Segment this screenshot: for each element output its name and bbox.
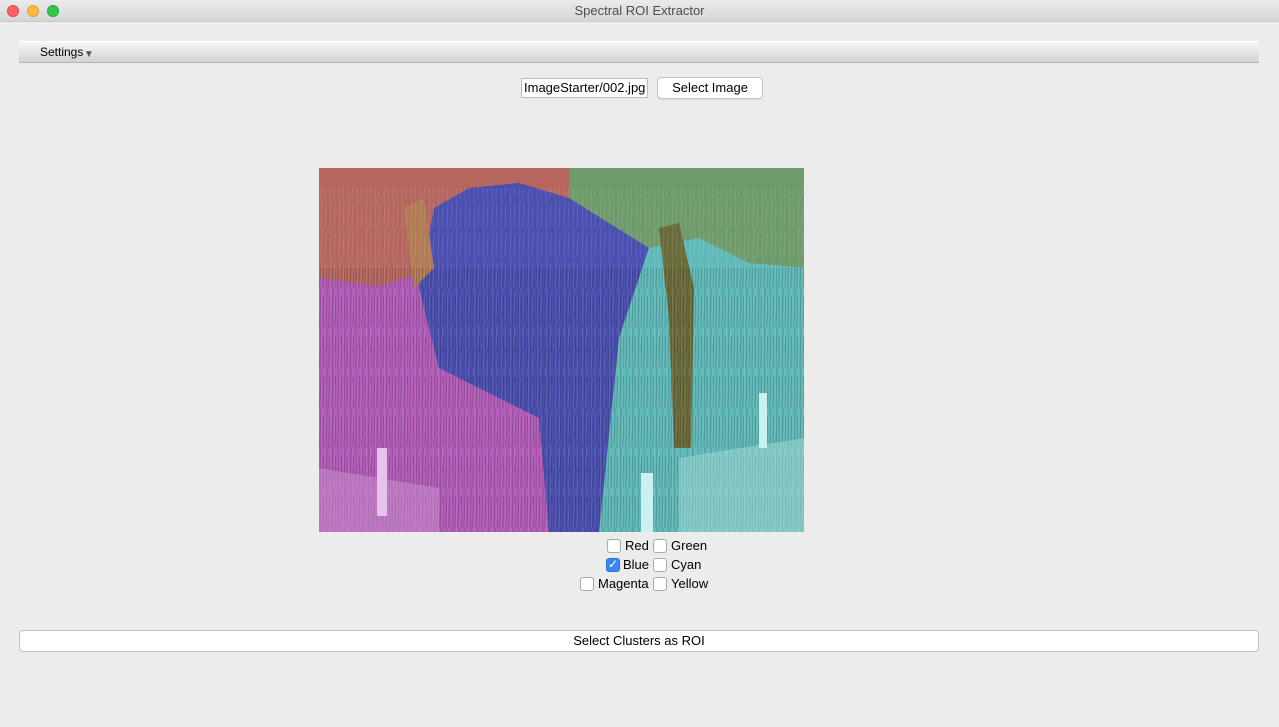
cluster-option-green[interactable]: Green [653,537,733,556]
segmented-wheat-field-image [319,168,804,532]
checkbox-red[interactable] [607,539,621,553]
app-window: Spectral ROI Extractor Settings ▼ ImageS… [0,0,1279,727]
checkbox-cyan[interactable] [653,558,667,572]
cluster-label-cyan: Cyan [671,557,702,572]
cluster-option-red[interactable]: Red [560,537,650,556]
cluster-label-red: Red [625,538,649,553]
cluster-option-yellow[interactable]: Yellow [653,575,733,594]
cluster-label-magenta: Magenta [598,576,649,591]
title-bar: Spectral ROI Extractor [0,0,1279,22]
cluster-label-yellow: Yellow [671,576,709,591]
image-path-field[interactable]: ImageStarter/002.jpg [521,78,648,98]
window-title: Spectral ROI Extractor [574,3,705,18]
settings-menu[interactable]: Settings ▼ [19,41,1259,63]
dropdown-arrow-icon: ▼ [84,49,94,60]
settings-label: Settings [40,45,84,59]
checkbox-magenta[interactable] [580,577,594,591]
select-image-button[interactable]: Select Image [657,77,763,99]
cluster-option-blue[interactable]: Blue [560,556,650,575]
checkbox-blue[interactable] [606,557,620,572]
segmented-image [319,168,804,532]
cluster-option-cyan[interactable]: Cyan [653,556,733,575]
checkbox-yellow[interactable] [653,577,667,591]
select-clusters-roi-button[interactable]: Select Clusters as ROI [19,630,1259,652]
cluster-label-green: Green [671,538,708,553]
cluster-option-magenta[interactable]: Magenta [560,575,650,594]
checkbox-green[interactable] [653,539,667,553]
cluster-label-blue: Blue [623,557,650,572]
